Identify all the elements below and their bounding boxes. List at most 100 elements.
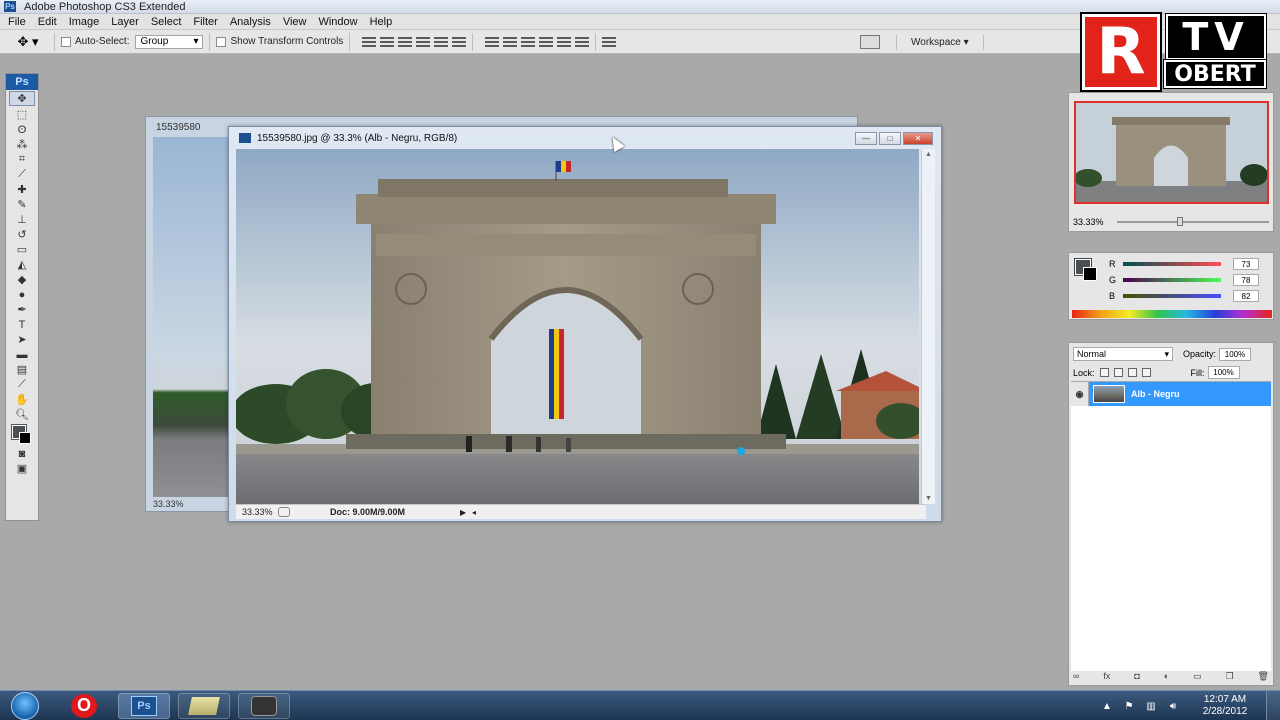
menu-window[interactable]: Window [312, 16, 363, 28]
document-canvas[interactable] [236, 149, 919, 504]
show-desktop-button[interactable] [1266, 691, 1280, 720]
type-tool-icon[interactable]: T [6, 317, 38, 332]
blue-slider[interactable] [1123, 294, 1221, 298]
lock-transparent-icon[interactable] [1099, 368, 1109, 377]
layer-mask-icon[interactable]: ◘ [1134, 671, 1139, 683]
layer-style-icon[interactable]: fx [1103, 671, 1110, 683]
menu-image[interactable]: Image [63, 16, 106, 28]
layer-row[interactable]: ◉ Alb - Negru [1071, 382, 1271, 406]
start-button[interactable] [0, 691, 50, 720]
link-layers-icon[interactable]: ∞ [1073, 671, 1079, 683]
red-slider[interactable] [1123, 262, 1221, 266]
close-button[interactable]: ✕ [903, 132, 933, 145]
taskbar-photoshop[interactable]: Ps [118, 692, 170, 719]
bridge-icon[interactable] [860, 35, 880, 49]
fill-value[interactable]: 100% [1207, 366, 1240, 379]
align-hcenter-icon[interactable] [434, 36, 449, 48]
scroll-down-icon[interactable]: ▼ [925, 495, 932, 502]
align-vcenter-icon[interactable] [380, 36, 395, 48]
hand-tool-icon[interactable]: ✋ [6, 392, 38, 407]
red-value[interactable]: 73 [1233, 258, 1259, 270]
color-background-swatch[interactable] [1083, 267, 1097, 281]
action-center-flag-icon[interactable]: ⚑ [1123, 700, 1135, 712]
align-top-icon[interactable] [362, 36, 377, 48]
marquee-tool-icon[interactable]: ⬚ [6, 107, 38, 122]
eye-icon[interactable]: ◉ [1071, 382, 1089, 406]
distribute-right-icon[interactable] [575, 36, 590, 48]
auto-select-option[interactable]: Auto-Select: [61, 36, 129, 47]
menu-analysis[interactable]: Analysis [224, 16, 277, 28]
clone-stamp-tool-icon[interactable]: ⊥ [6, 212, 38, 227]
align-right-icon[interactable] [452, 36, 467, 48]
brush-tool-icon[interactable]: ✎ [6, 197, 38, 212]
taskbar-opera[interactable]: O [58, 693, 110, 719]
show-transform-option[interactable]: Show Transform Controls [216, 36, 343, 47]
menu-help[interactable]: Help [364, 16, 399, 28]
show-transform-checkbox[interactable] [216, 36, 227, 47]
show-hidden-icons-icon[interactable]: ▲ [1101, 700, 1113, 712]
history-brush-tool-icon[interactable]: ↺ [6, 227, 38, 242]
align-bottom-icon[interactable] [398, 36, 413, 48]
lock-image-icon[interactable] [1113, 368, 1123, 377]
volume-icon[interactable]: 🔊︎ [1167, 700, 1179, 712]
auto-select-checkbox[interactable] [61, 36, 71, 47]
color-spectrum-bar[interactable] [1072, 310, 1272, 318]
scroll-left-icon[interactable]: ◂ [472, 508, 484, 517]
adjustment-layer-icon[interactable]: ◐ [1164, 671, 1169, 683]
screen-mode-icon[interactable]: ▣ [6, 461, 38, 476]
navigator-zoom[interactable]: 33.33% [1073, 217, 1117, 227]
document-title-bar[interactable]: 15539580.jpg @ 33.3% (Alb - Negru, RGB/8… [229, 127, 941, 149]
menu-edit[interactable]: Edit [32, 16, 63, 28]
blue-value[interactable]: 82 [1233, 290, 1259, 302]
document-zoom[interactable]: 33.33% [236, 507, 278, 517]
healing-brush-tool-icon[interactable]: ✚ [6, 182, 38, 197]
lock-position-icon[interactable] [1127, 368, 1137, 377]
lock-all-icon[interactable] [1141, 368, 1151, 377]
auto-select-dropdown[interactable]: Group ▾ [135, 34, 204, 49]
taskbar-folder[interactable] [178, 692, 230, 719]
minimize-button[interactable]: — [855, 132, 877, 145]
align-left-icon[interactable] [416, 36, 431, 48]
menu-layer[interactable]: Layer [105, 16, 145, 28]
slice-tool-icon[interactable]: ⟋ [6, 167, 38, 182]
auto-align-icon[interactable] [602, 36, 617, 48]
distribute-top-icon[interactable] [485, 36, 500, 48]
paint-bucket-tool-icon[interactable]: ◭ [6, 257, 38, 272]
new-group-icon[interactable]: ▭ [1193, 671, 1202, 683]
path-selection-tool-icon[interactable]: ➤ [6, 332, 38, 347]
vertical-scrollbar[interactable]: ▲ ▼ [921, 149, 935, 504]
crop-tool-icon[interactable]: ⌗ [6, 152, 38, 167]
menu-file[interactable]: File [2, 16, 32, 28]
distribute-vcenter-icon[interactable] [503, 36, 518, 48]
green-slider[interactable] [1123, 278, 1221, 282]
notes-tool-icon[interactable]: ▤ [6, 362, 38, 377]
background-color-swatch[interactable] [19, 432, 31, 444]
navigator-zoom-slider[interactable] [1117, 217, 1269, 226]
blend-mode-dropdown[interactable]: Normal ▾ [1073, 347, 1173, 361]
background-document-canvas[interactable] [153, 137, 231, 497]
distribute-bottom-icon[interactable] [521, 36, 536, 48]
color-swatches[interactable] [6, 422, 38, 446]
move-tool-preset-icon[interactable]: ✥ ▾ [8, 32, 48, 52]
zoom-tool-icon[interactable]: 🔍︎ [6, 407, 38, 422]
navigator-thumbnail[interactable] [1074, 101, 1269, 204]
clock[interactable]: 12:07 AM 2/28/2012 [1184, 694, 1266, 718]
eyedropper-tool-icon[interactable]: ⟋ [6, 377, 38, 392]
new-layer-icon[interactable]: ❐ [1226, 671, 1234, 683]
distribute-hcenter-icon[interactable] [557, 36, 572, 48]
menu-view[interactable]: View [277, 16, 313, 28]
blur-tool-icon[interactable]: ◆ [6, 272, 38, 287]
taskbar-camera[interactable] [238, 692, 290, 719]
slider-handle[interactable] [1177, 217, 1183, 226]
workspace-button[interactable]: Workspace ▾ [896, 34, 984, 50]
magic-wand-tool-icon[interactable]: ⁂ [6, 137, 38, 152]
menu-filter[interactable]: Filter [187, 16, 223, 28]
scroll-up-icon[interactable]: ▲ [925, 151, 932, 158]
network-icon[interactable]: ▥ [1145, 700, 1157, 712]
opacity-value[interactable]: 100% [1219, 347, 1252, 361]
dodge-tool-icon[interactable]: ● [6, 287, 38, 302]
green-value[interactable]: 78 [1233, 274, 1259, 286]
quick-mask-icon[interactable]: ◙ [6, 446, 38, 461]
lasso-tool-icon[interactable]: ʘ [6, 122, 38, 137]
distribute-left-icon[interactable] [539, 36, 554, 48]
